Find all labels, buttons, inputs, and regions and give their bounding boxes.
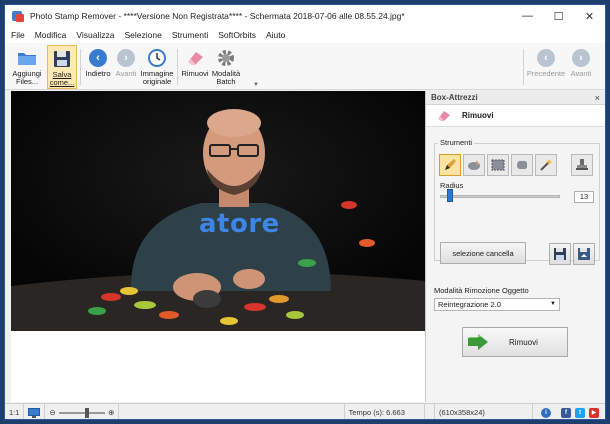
zoom-out-icon[interactable]: ⊖ [49,408,55,417]
pencil-tool-button[interactable] [439,154,461,176]
remove-button[interactable]: Rimuovi [179,45,211,89]
zoom-control: ⊖ ⊕ [45,403,120,419]
toolbar-collapse-icon[interactable]: ▼ [253,82,259,88]
youtube-icon[interactable]: ▶ [589,407,600,418]
image-size: (610x358x24) [435,403,534,419]
menu-bar: File Modifica Visualizza Selezione Strum… [5,27,605,43]
folder-icon [16,47,38,69]
maximize-button[interactable]: ☐ [543,5,574,27]
brush-tool-button[interactable] [463,154,485,176]
facebook-icon[interactable]: f [561,407,572,418]
brush-icon [468,160,480,170]
eraser-icon [184,47,206,69]
info-icon[interactable]: i [541,407,552,418]
clock-icon [146,47,168,69]
menu-tools[interactable]: Strumenti [172,30,208,40]
magic-wand-icon [540,159,552,171]
panel-close-icon[interactable]: × [595,93,600,103]
zoom-in-icon[interactable]: ⊕ [108,408,114,417]
chevron-down-icon: ▼ [550,301,556,307]
app-window: Photo Stamp Remover - ****Versione Non R… [4,4,606,420]
stamp-icon [576,159,588,170]
save-as-button[interactable]: Salva come... [47,45,77,89]
arrow-right-icon: › [572,49,590,67]
panel-header: Box-Attrezzi × [426,91,605,105]
fit-to-window-button[interactable] [24,403,46,419]
eraser-icon [438,110,450,121]
zoom-actual-size[interactable]: 1:1 [5,403,25,419]
load-selection-button[interactable] [573,243,595,265]
tool-name: Rimuovi [462,111,494,120]
lasso-tool-button[interactable] [511,154,533,176]
menu-selection[interactable]: Selezione [124,30,161,40]
status-bar: 1:1 ⊖ ⊕ Tempo (s): 6.663 (610x358x24) i … [5,403,605,420]
floppy-disk-icon [51,48,73,70]
menu-edit[interactable]: Modifica [35,30,67,40]
save-selection-button[interactable] [549,243,571,265]
magic-wand-button[interactable] [535,154,557,176]
arrow-left-icon: ‹ [89,49,107,67]
close-button[interactable]: ✕ [574,5,605,27]
radius-value[interactable]: 13 [574,191,594,203]
save-selection-icon [554,248,566,260]
menu-view[interactable]: Visualizza [76,30,114,40]
tools-label: Strumenti [438,138,475,147]
watermark-text[interactable]: atore [199,209,280,239]
panel-title: Box-Attrezzi [431,93,478,102]
rectangle-select-icon [491,159,505,171]
title-bar: Photo Stamp Remover - ****Versione Non R… [5,5,605,27]
clear-selection-button[interactable]: selezione cancella [440,242,526,264]
panel-tool-header: Rimuovi [426,105,605,127]
batch-mode-button[interactable]: Modalità Batch [211,45,241,89]
zoom-slider[interactable] [58,407,106,418]
minimize-button[interactable]: — [512,5,543,27]
gear-icon [215,47,237,69]
original-image-button[interactable]: Immagine originale [139,45,175,89]
zoom-slider-thumb[interactable] [84,407,89,418]
processing-time: Tempo (s): 6.663 [345,403,426,419]
image-canvas[interactable]: atore [11,91,425,402]
twitter-icon[interactable]: t [575,407,586,418]
stamp-tool-button[interactable] [571,154,593,176]
rect-select-button[interactable] [487,154,509,176]
arrow-right-icon [468,334,488,350]
load-selection-icon [578,248,590,260]
toolbox-panel: Box-Attrezzi × Rimuovi Strumenti Radius … [425,91,605,402]
next-button[interactable]: › Avanti [567,45,595,89]
forward-button[interactable]: › Avanti [113,45,139,89]
remove-action-button[interactable]: Rimuovi [462,327,568,357]
pencil-icon [445,159,456,170]
back-button[interactable]: ‹ Indietro [83,45,113,89]
photo[interactable]: atore [11,91,425,331]
lasso-icon [517,160,528,170]
window-title: Photo Stamp Remover - ****Versione Non R… [30,11,405,21]
removal-mode-label: Modalità Rimozione Oggetto [434,286,529,295]
radius-slider-track[interactable] [440,195,560,198]
previous-button[interactable]: ‹ Precedente [527,45,565,89]
add-files-button[interactable]: Aggiungi Files... [9,45,45,89]
arrow-left-icon: ‹ [537,49,555,67]
radius-slider-thumb[interactable] [446,189,453,202]
monitor-icon [28,407,41,418]
removal-mode-select[interactable]: Reintegrazione 2.0 ▼ [434,298,560,311]
toolbar: Aggiungi Files... Salva come... ‹ Indiet… [5,43,605,90]
social-links: i f t ▶ [533,404,605,420]
app-icon [12,10,24,22]
status-spacer [119,403,345,419]
menu-help[interactable]: Aiuto [266,30,285,40]
menu-file[interactable]: File [11,30,25,40]
menu-softorbits[interactable]: SoftOrbits [218,30,256,40]
arrow-right-icon: › [117,49,135,67]
